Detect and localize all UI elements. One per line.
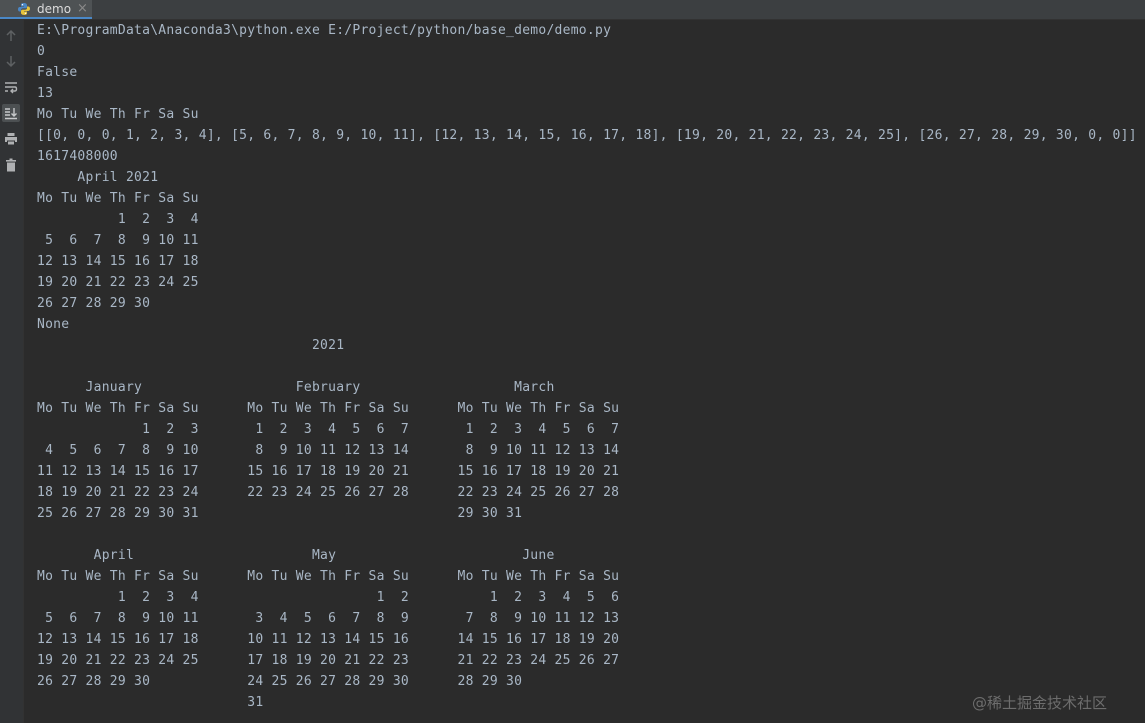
arrow-down-icon <box>6 56 16 68</box>
console-line: April 2021 <box>37 170 159 185</box>
console-line: 4 5 6 7 8 9 10 8 9 10 11 12 13 14 8 9 10… <box>37 443 620 458</box>
console-line: 1 2 3 1 2 3 4 5 6 7 1 2 3 4 5 6 7 <box>37 422 620 437</box>
console-line: False <box>37 65 78 80</box>
console-line: 11 12 13 14 15 16 17 15 16 17 18 19 20 2… <box>37 464 620 479</box>
console-line: 12 13 14 15 16 17 18 <box>37 254 199 269</box>
console-line: 18 19 20 21 22 23 24 22 23 24 25 26 27 2… <box>37 485 620 500</box>
console-output[interactable]: E:\ProgramData\Anaconda3\python.exe E:/P… <box>37 20 1137 723</box>
tab-demo[interactable]: demo × <box>0 0 92 19</box>
console-line: 2021 <box>37 338 345 353</box>
console-line: 19 20 21 22 23 24 25 17 18 19 20 21 22 2… <box>37 653 620 668</box>
console-line: 1617408000 <box>37 149 118 164</box>
console-line: Mo Tu We Th Fr Sa Su <box>37 191 199 206</box>
soft-wrap-icon <box>5 82 18 94</box>
up-button[interactable] <box>2 27 20 45</box>
console-line: January February March <box>37 380 555 395</box>
clear-all-button[interactable] <box>2 156 20 174</box>
console-line: 13 <box>37 86 54 101</box>
console-line: 25 26 27 28 29 30 31 29 30 31 <box>37 506 523 521</box>
down-button[interactable] <box>2 52 20 70</box>
watermark: @稀土掘金技术社区 <box>972 694 1108 712</box>
console-line: 1 2 3 4 1 2 1 2 3 4 5 6 <box>37 590 620 605</box>
console-line: E:\ProgramData\Anaconda3\python.exe E:/P… <box>37 23 612 38</box>
scroll-to-end-icon <box>5 108 17 120</box>
print-icon <box>5 133 17 146</box>
console-line: 0 <box>37 44 46 59</box>
scroll-to-end-button[interactable] <box>2 104 20 122</box>
console-line: 26 27 28 29 30 <box>37 296 151 311</box>
trash-icon <box>6 158 16 172</box>
print-button[interactable] <box>2 130 20 148</box>
console-line: 1 2 3 4 <box>37 212 199 227</box>
tab-close-button[interactable]: × <box>77 0 88 17</box>
tab-label: demo <box>37 2 72 16</box>
python-icon <box>18 3 30 15</box>
console-line: Mo Tu We Th Fr Sa Su <box>37 107 199 122</box>
console-line: None <box>37 317 70 332</box>
editor-tab-bar: demo × <box>0 0 1145 20</box>
soft-wrap-button[interactable] <box>2 78 20 96</box>
console-line: Mo Tu We Th Fr Sa Su Mo Tu We Th Fr Sa S… <box>37 569 620 584</box>
console-line: 5 6 7 8 9 10 11 <box>37 233 199 248</box>
console-line: 5 6 7 8 9 10 11 3 4 5 6 7 8 9 7 8 9 10 1… <box>37 611 620 626</box>
console-line: [[0, 0, 0, 1, 2, 3, 4], [5, 6, 7, 8, 9, … <box>37 128 1137 143</box>
arrow-up-icon <box>6 29 16 41</box>
console-line: April May June <box>37 548 555 563</box>
console-line: 19 20 21 22 23 24 25 <box>37 275 199 290</box>
console-line: 26 27 28 29 30 24 25 26 27 28 29 30 28 2… <box>37 674 523 689</box>
console-line: 31 <box>37 695 264 710</box>
console-toolbar <box>0 20 24 723</box>
console-line: Mo Tu We Th Fr Sa Su Mo Tu We Th Fr Sa S… <box>37 401 620 416</box>
console-line: 12 13 14 15 16 17 18 10 11 12 13 14 15 1… <box>37 632 620 647</box>
